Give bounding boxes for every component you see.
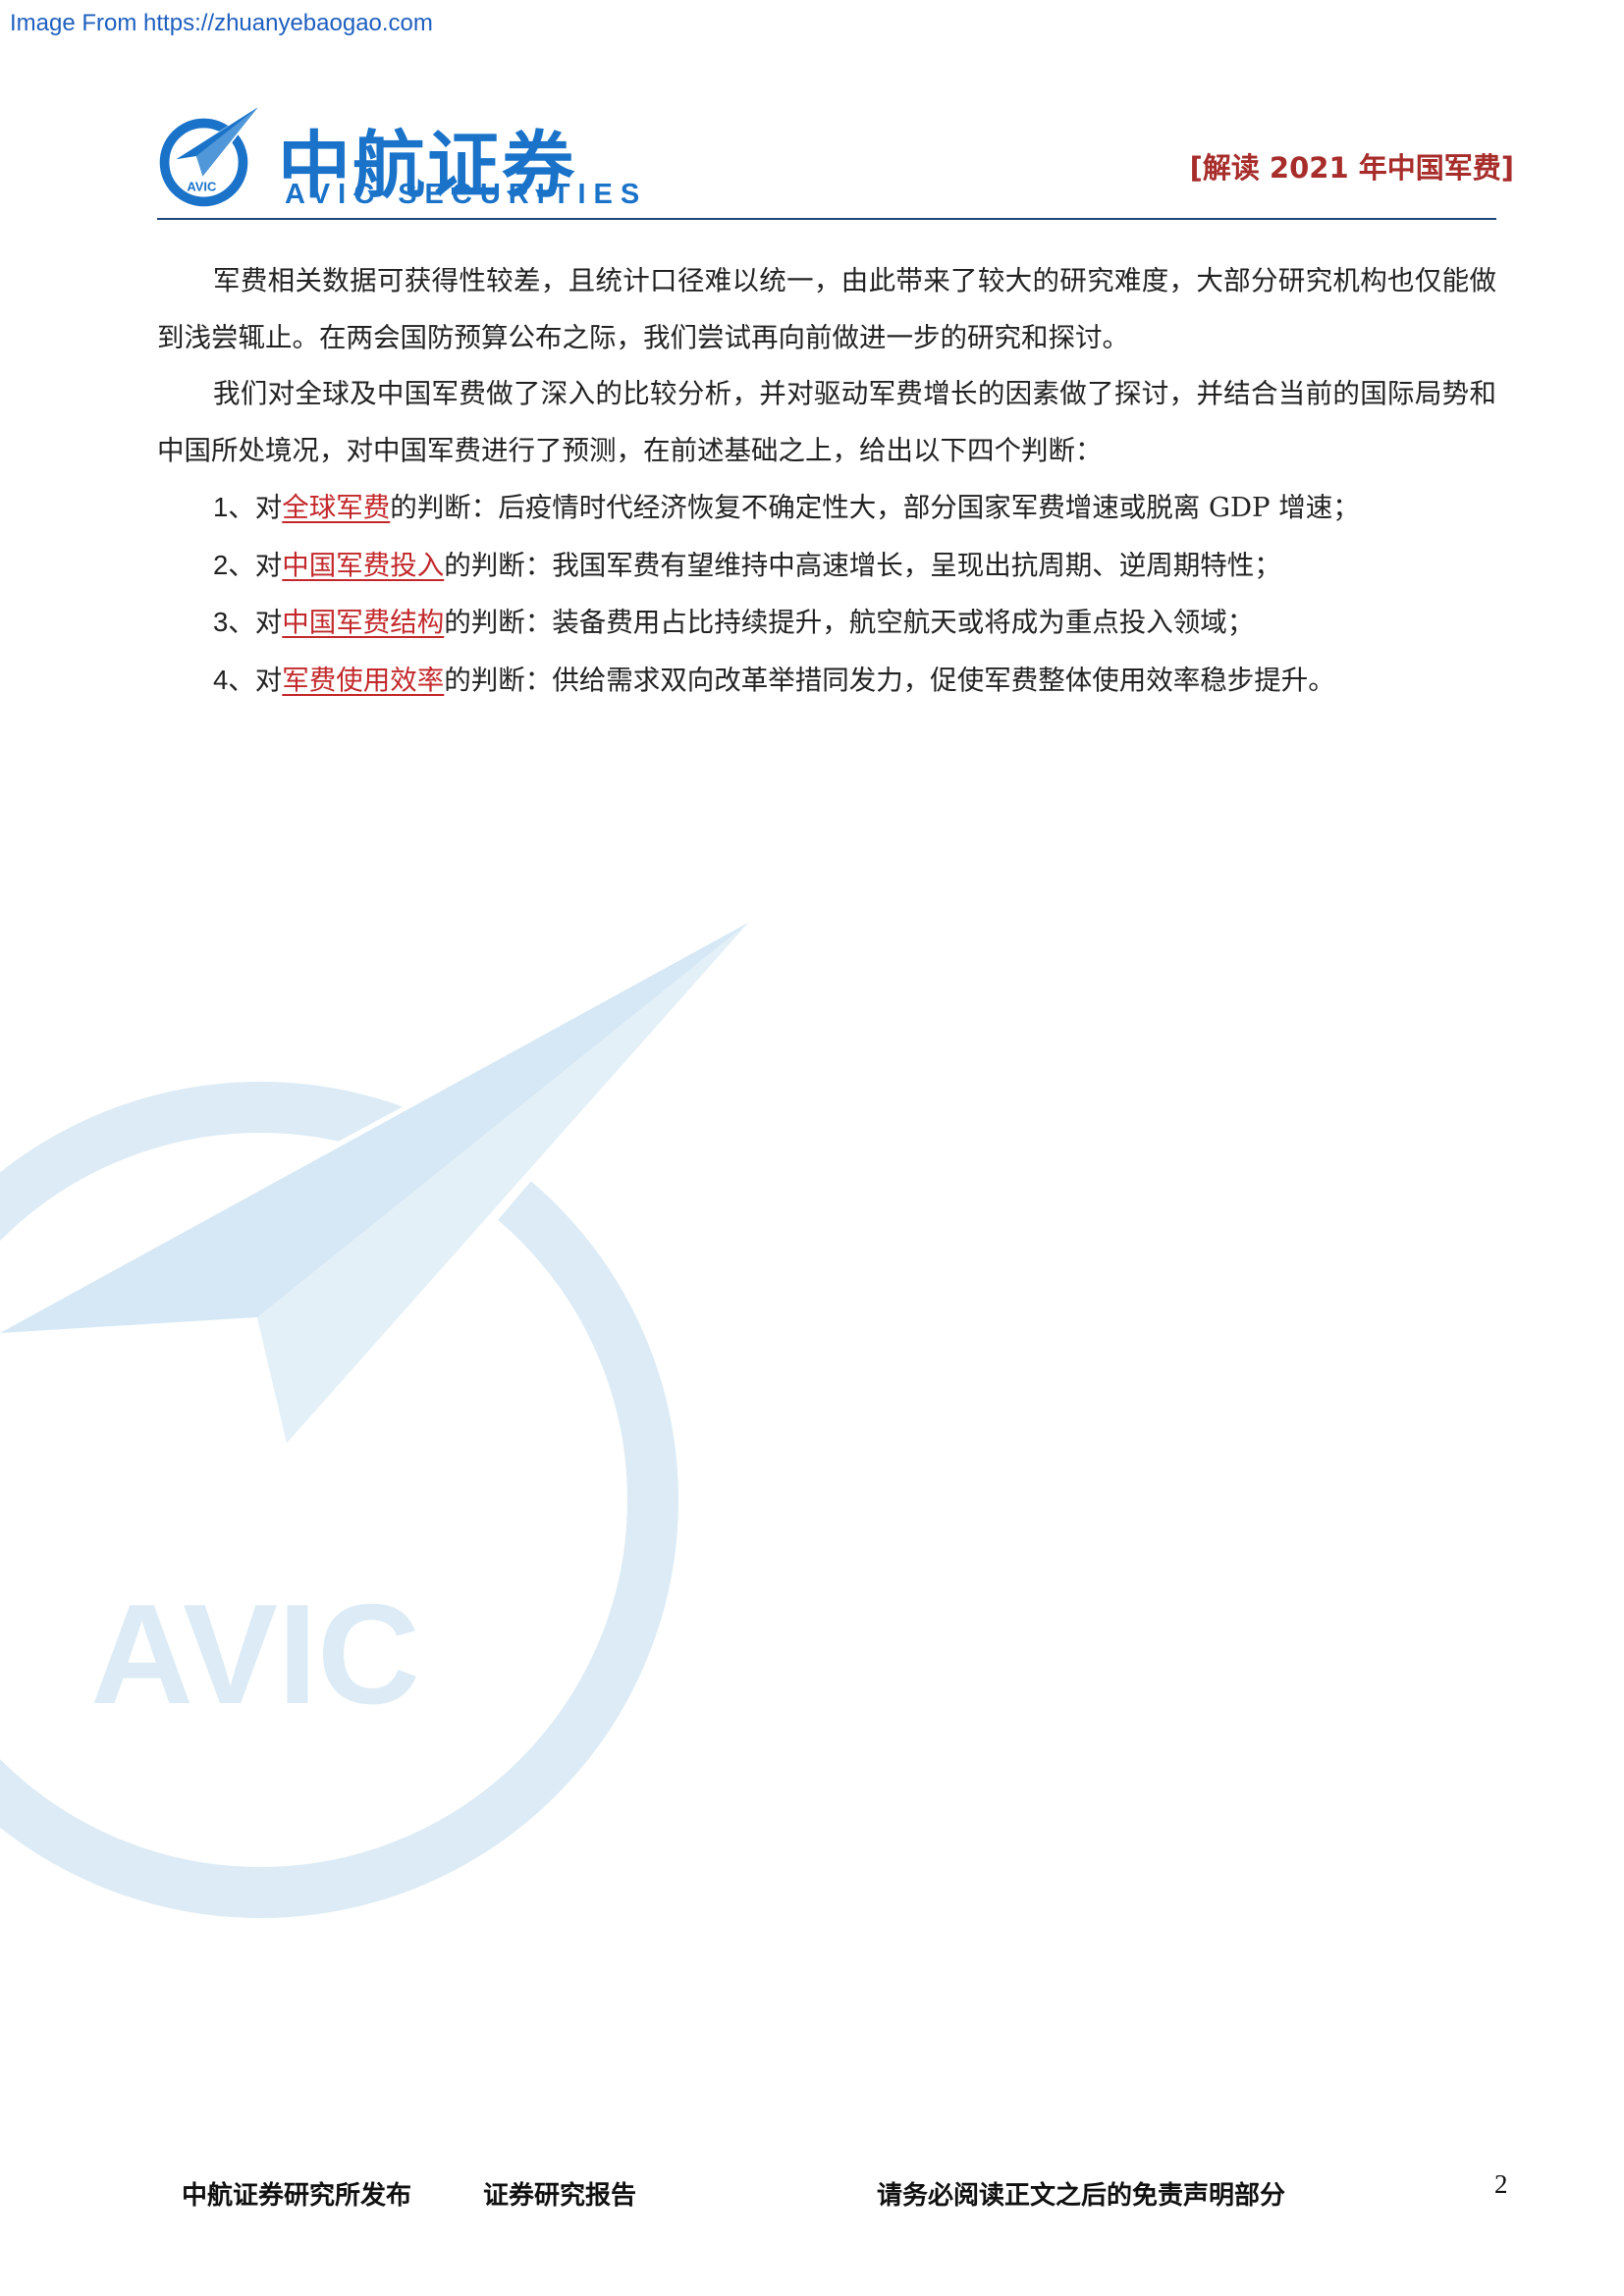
judgment-text: 的判断：装备费用占比持续提升，航空航天或将成为重点投入领域； [444, 607, 1255, 638]
judgment-prefix: 对 [254, 664, 283, 696]
source-banner: Image From https://zhuanyebaogao.com [10, 10, 433, 36]
report-body: 军费相关数据可获得性较差，且统计口径难以统一，由此带来了较大的研究难度，大部分研… [157, 253, 1496, 709]
judgment-number: 2、 [213, 549, 255, 580]
judgment-prefix: 对 [254, 492, 283, 523]
judgment-item-3: 3、对中国军费结构的判断：装备费用占比持续提升，航空航天或将成为重点投入领域； [157, 594, 1496, 652]
logo-badge-text: AVIC [187, 180, 216, 194]
report-title-tag: [解读 2021 年中国军费] [1189, 151, 1514, 185]
judgment-prefix: 对 [254, 607, 283, 638]
avic-emblem-icon: AVIC [159, 106, 260, 207]
intro-paragraph-1: 军费相关数据可获得性较差，且统计口径难以统一，由此带来了较大的研究难度，大部分研… [157, 265, 1496, 353]
judgment-highlight: 全球军费 [282, 492, 391, 523]
judgment-item-4: 4、对军费使用效率的判断：供给需求双向改革举措同发力，促使军费整体使用效率稳步提… [157, 652, 1496, 710]
avic-watermark-icon: AVIC [0, 917, 756, 1918]
intro-paragraph-2: 我们对全球及中国军费做了深入的比较分析，并对驱动军费增长的因素做了探讨，并结合当… [157, 378, 1496, 466]
footer-disclaimer: 请务必阅读正文之后的免责声明部分 [877, 2181, 1286, 2211]
judgment-prefix: 对 [254, 549, 283, 581]
judgment-text: 的判断：我国军费有望维持中高速增长，呈现出抗周期、逆周期特性； [444, 549, 1281, 581]
brand-name-en: AVIC SECURITIES [285, 179, 648, 210]
judgment-number: 1、 [213, 492, 255, 522]
watermark-text: AVIC [90, 1575, 420, 1734]
judgment-item-1: 1、对全球军费的判断：后疫情时代经济恢复不确定性大，部分国家军费增速或脱离 GD… [157, 479, 1496, 537]
judgment-item-2: 2、对中国军费投入的判断：我国军费有望维持中高速增长，呈现出抗周期、逆周期特性； [157, 537, 1496, 595]
judgment-highlight: 中国军费投入 [282, 549, 445, 581]
judgment-highlight: 中国军费结构 [282, 607, 445, 638]
footer-publisher: 中航证券研究所发布 [182, 2181, 412, 2211]
judgment-text: 的判断：后疫情时代经济恢复不确定性大，部分国家军费增速或脱离 GDP 增速； [390, 492, 1360, 523]
page-number: 2 [1494, 2169, 1508, 2199]
judgment-text: 的判断：供给需求双向改革举措同发力，促使军费整体使用效率稳步提升。 [444, 664, 1335, 696]
header-divider [157, 218, 1496, 220]
judgment-highlight: 军费使用效率 [282, 664, 445, 696]
judgment-number: 3、 [213, 607, 255, 637]
judgment-number: 4、 [213, 664, 255, 695]
footer-report-type: 证券研究报告 [483, 2181, 637, 2211]
